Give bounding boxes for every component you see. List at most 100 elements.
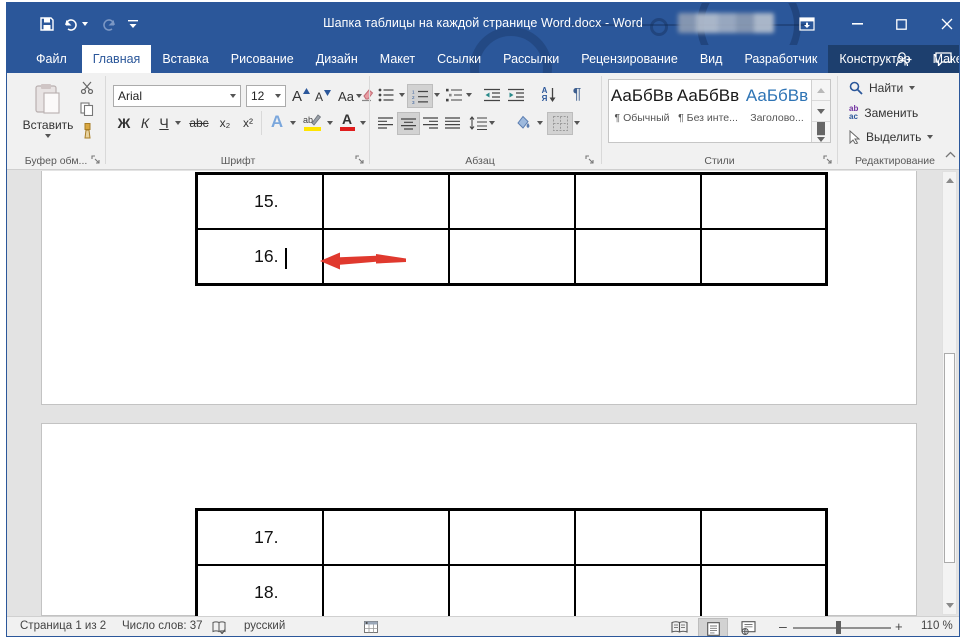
zoom-in-button[interactable]: + bbox=[895, 619, 903, 634]
font-family-select[interactable]: Arial bbox=[113, 85, 241, 107]
minimize-button[interactable] bbox=[847, 14, 867, 34]
bold-button[interactable]: Ж bbox=[115, 113, 133, 132]
multilevel-list-button[interactable] bbox=[443, 85, 465, 105]
multilevel-dropdown-icon[interactable] bbox=[464, 89, 473, 101]
table-cell[interactable] bbox=[449, 565, 575, 616]
text-highlight-button[interactable]: ab bbox=[300, 111, 324, 133]
shading-dropdown-icon[interactable] bbox=[535, 117, 544, 129]
scroll-up-icon[interactable] bbox=[943, 172, 956, 189]
superscript-button[interactable]: x² bbox=[238, 114, 258, 132]
paste-button[interactable]: Вставить bbox=[25, 79, 71, 141]
increase-indent-button[interactable] bbox=[505, 85, 527, 105]
copy-button[interactable] bbox=[77, 101, 97, 117]
style-no-spacing[interactable]: АаБбВв ¶ Без инте... bbox=[675, 80, 741, 142]
underline-dropdown-icon[interactable] bbox=[173, 117, 183, 129]
text-effects-dropdown-icon[interactable] bbox=[288, 117, 298, 129]
styles-scroll-up-icon[interactable] bbox=[812, 80, 830, 101]
read-mode-button[interactable] bbox=[665, 618, 693, 637]
styles-dialog-launcher-icon[interactable] bbox=[823, 155, 834, 166]
table-cell[interactable]: 15. bbox=[197, 174, 323, 230]
document-table-page2[interactable]: 17. 18. bbox=[195, 508, 828, 616]
page-2[interactable]: 17. 18. bbox=[41, 423, 917, 616]
styles-scroll-down-icon[interactable] bbox=[812, 101, 830, 122]
shading-button[interactable] bbox=[512, 112, 534, 133]
scroll-down-icon[interactable] bbox=[943, 597, 956, 614]
word-count[interactable]: Число слов: 37 bbox=[122, 620, 203, 632]
macro-recording-icon[interactable] bbox=[364, 621, 378, 633]
strikethrough-button[interactable]: abc bbox=[186, 114, 212, 132]
tab-draw[interactable]: Рисование bbox=[220, 45, 305, 73]
font-dialog-launcher-icon[interactable] bbox=[355, 155, 366, 166]
table-cell[interactable] bbox=[449, 229, 575, 285]
format-painter-button[interactable] bbox=[77, 122, 97, 140]
sort-button[interactable]: А Я bbox=[537, 84, 561, 106]
tab-insert[interactable]: Вставка bbox=[151, 45, 219, 73]
proofing-status-icon[interactable] bbox=[212, 621, 226, 634]
zoom-slider-track[interactable] bbox=[793, 627, 891, 629]
vertical-scrollbar[interactable] bbox=[942, 171, 957, 615]
comments-icon[interactable] bbox=[935, 52, 952, 66]
font-color-button[interactable]: А bbox=[337, 111, 357, 133]
borders-button[interactable] bbox=[547, 112, 573, 135]
table-cell[interactable] bbox=[323, 565, 449, 616]
table-cell[interactable] bbox=[575, 229, 701, 285]
subscript-button[interactable]: x₂ bbox=[215, 114, 235, 132]
zoom-slider-thumb[interactable] bbox=[836, 621, 841, 634]
zoom-level[interactable]: 110 % bbox=[921, 620, 953, 632]
select-button[interactable]: Выделить bbox=[849, 130, 933, 144]
numbering-button[interactable]: 123 bbox=[407, 84, 433, 108]
maximize-button[interactable] bbox=[891, 14, 911, 34]
ribbon-display-options-icon[interactable] bbox=[797, 14, 817, 34]
document-area[interactable]: 15. 16. bbox=[7, 170, 959, 616]
decrease-indent-button[interactable] bbox=[481, 85, 503, 105]
shrink-font-button[interactable]: А bbox=[314, 87, 332, 107]
find-button[interactable]: Найти bbox=[849, 81, 915, 95]
collapse-ribbon-icon[interactable] bbox=[945, 151, 956, 158]
align-right-button[interactable] bbox=[420, 113, 440, 132]
table-cell[interactable] bbox=[701, 229, 827, 285]
document-table-page1[interactable]: 15. 16. bbox=[195, 172, 828, 286]
share-contact-icon[interactable] bbox=[895, 51, 913, 67]
styles-gallery-more-icon[interactable] bbox=[812, 122, 830, 142]
line-spacing-button[interactable] bbox=[469, 112, 495, 133]
borders-dropdown-icon[interactable] bbox=[572, 117, 581, 129]
text-effects-button[interactable]: А bbox=[266, 111, 288, 133]
table-cell[interactable] bbox=[575, 174, 701, 230]
table-cell[interactable] bbox=[449, 510, 575, 566]
paste-dropdown-icon[interactable] bbox=[45, 134, 51, 138]
tab-references[interactable]: Ссылки bbox=[426, 45, 492, 73]
tab-file[interactable]: Файл bbox=[21, 45, 82, 73]
scrollbar-thumb[interactable] bbox=[944, 353, 955, 563]
replace-button[interactable]: ab ac Заменить bbox=[849, 105, 918, 121]
table-cell[interactable] bbox=[323, 174, 449, 230]
bullets-dropdown-icon[interactable] bbox=[397, 89, 406, 101]
language-indicator[interactable]: русский bbox=[244, 620, 285, 632]
show-formatting-marks-button[interactable]: ¶ bbox=[567, 84, 587, 106]
table-cell[interactable] bbox=[575, 565, 701, 616]
font-size-select[interactable]: 12 bbox=[246, 85, 286, 107]
zoom-out-button[interactable]: – bbox=[779, 618, 787, 634]
grow-font-button[interactable]: А bbox=[291, 85, 311, 107]
page-1[interactable]: 15. 16. bbox=[41, 171, 917, 405]
style-normal[interactable]: АаБбВв ¶ Обычный bbox=[609, 80, 675, 142]
tab-developer[interactable]: Разработчик bbox=[733, 45, 828, 73]
tab-mailings[interactable]: Рассылки bbox=[492, 45, 570, 73]
table-cell[interactable] bbox=[701, 174, 827, 230]
font-color-dropdown-icon[interactable] bbox=[358, 117, 368, 129]
tab-layout[interactable]: Макет bbox=[369, 45, 426, 73]
print-layout-button[interactable] bbox=[698, 618, 728, 637]
underline-button[interactable]: Ч bbox=[156, 113, 172, 132]
tab-view[interactable]: Вид bbox=[689, 45, 734, 73]
clipboard-dialog-launcher-icon[interactable] bbox=[91, 155, 102, 166]
clear-formatting-button[interactable] bbox=[359, 86, 375, 104]
italic-button[interactable]: К bbox=[137, 113, 153, 132]
paragraph-dialog-launcher-icon[interactable] bbox=[585, 155, 596, 166]
table-cell[interactable] bbox=[449, 174, 575, 230]
table-cell[interactable] bbox=[575, 510, 701, 566]
table-cell[interactable]: 16. bbox=[197, 229, 323, 285]
cut-button[interactable] bbox=[77, 79, 97, 95]
close-button[interactable] bbox=[937, 14, 957, 34]
tab-design[interactable]: Дизайн bbox=[305, 45, 369, 73]
justify-button[interactable] bbox=[442, 113, 462, 132]
numbering-dropdown-icon[interactable] bbox=[432, 89, 441, 101]
